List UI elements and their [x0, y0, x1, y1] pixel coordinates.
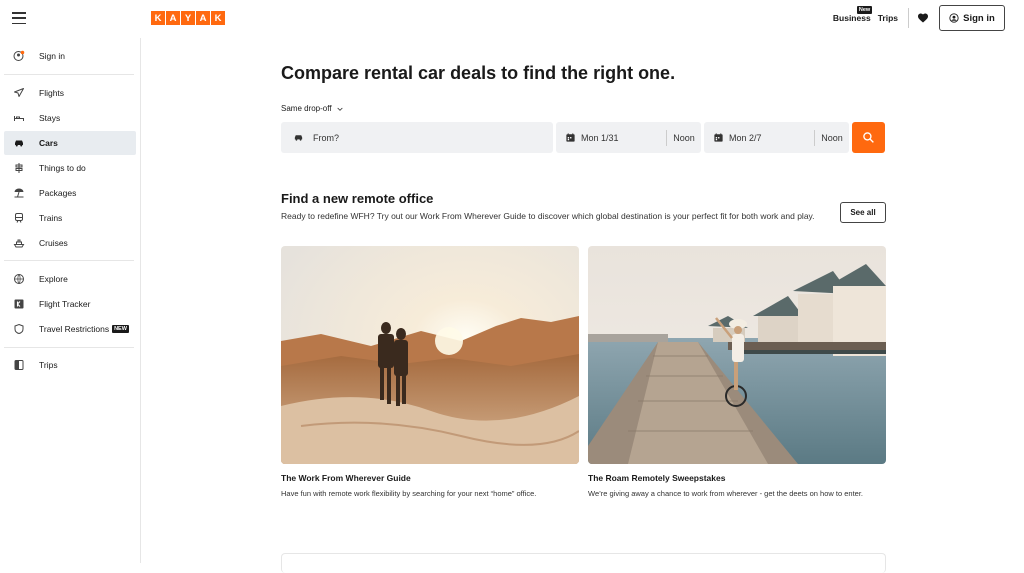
bed-icon	[13, 112, 25, 124]
kayak-logo[interactable]: K A Y A K	[151, 11, 225, 25]
new-badge: NEW	[112, 325, 129, 333]
sidebar-item-label: Trips	[39, 360, 58, 370]
sidebar-item-trains[interactable]: Trains	[4, 206, 136, 230]
user-alert-icon	[13, 50, 25, 62]
ship-icon	[13, 237, 25, 249]
pickup-date-field[interactable]: Mon 1/31 Noon	[556, 122, 701, 153]
globe-icon	[13, 273, 25, 285]
sidebar-item-label: Travel Restrictions	[39, 324, 110, 334]
heart-icon[interactable]	[917, 12, 929, 24]
car-icon	[13, 137, 25, 149]
logo-letter: Y	[181, 11, 195, 25]
chevron-down-icon	[336, 107, 343, 111]
sidebar: Sign in Flights Stays Cars Things to do …	[0, 38, 141, 563]
return-date: Mon 2/7	[729, 132, 762, 143]
signpost-icon	[13, 162, 25, 174]
from-placeholder: From?	[313, 132, 340, 143]
pickup-time[interactable]: Noon	[667, 133, 701, 143]
section-description: Ready to redefine WFH? Try out our Work …	[281, 211, 815, 221]
kayak-k-icon	[13, 298, 25, 310]
shield-icon	[13, 323, 25, 335]
trips-link[interactable]: Trips	[878, 13, 898, 23]
logo-letter: A	[196, 11, 210, 25]
beach-umbrella-icon	[13, 187, 25, 199]
logo-letter: K	[211, 11, 225, 25]
section-title: Find a new remote office	[281, 191, 434, 206]
top-bar: K A Y A K New Business Trips Sign in	[0, 0, 1024, 38]
sidebar-item-label: Cruises	[39, 238, 68, 248]
sidebar-item-trips[interactable]: Trips	[4, 353, 136, 377]
sidebar-item-travel-restrictions[interactable]: Travel Restrictions NEW	[4, 317, 136, 341]
logo-letter: K	[151, 11, 165, 25]
search-button[interactable]	[852, 122, 885, 153]
sidebar-item-label: Stays	[39, 113, 61, 123]
return-time[interactable]: Noon	[815, 133, 849, 143]
sidebar-divider	[4, 260, 134, 261]
sidebar-item-label: Flights	[39, 88, 65, 98]
header-divider	[908, 8, 909, 28]
plane-icon	[13, 87, 25, 99]
card-image-hikers[interactable]	[281, 246, 579, 464]
sidebar-item-label: Trains	[39, 213, 63, 223]
sign-in-label: Sign in	[963, 12, 995, 24]
sidebar-item-label: Flight Tracker	[39, 299, 91, 309]
page-title: Compare rental car deals to find the rig…	[281, 63, 676, 83]
sidebar-item-label: Things to do	[39, 163, 86, 173]
sidebar-item-cars[interactable]: Cars	[4, 131, 136, 155]
sidebar-item-cruises[interactable]: Cruises	[4, 231, 136, 255]
logo-letter: A	[166, 11, 180, 25]
card-title[interactable]: The Work From Wherever Guide	[281, 473, 411, 483]
next-section-card	[281, 553, 886, 573]
return-date-field[interactable]: Mon 2/7 Noon	[704, 122, 849, 153]
business-link[interactable]: New Business	[832, 6, 873, 23]
user-icon	[949, 13, 959, 23]
card-title[interactable]: The Roam Remotely Sweepstakes	[588, 473, 725, 483]
new-badge: New	[856, 6, 873, 14]
sidebar-item-label: Explore	[39, 274, 68, 284]
pickup-date: Mon 1/31	[581, 132, 619, 143]
dropoff-label: Same drop-off	[281, 104, 332, 113]
card-image-pier[interactable]	[588, 246, 886, 464]
sidebar-item-label: Packages	[39, 188, 77, 198]
calendar-icon	[566, 133, 575, 142]
card-description: We’re giving away a chance to work from …	[588, 489, 864, 498]
sidebar-divider	[4, 347, 134, 348]
sign-in-button[interactable]: Sign in	[939, 5, 1005, 31]
sidebar-item-flights[interactable]: Flights	[4, 81, 136, 105]
sidebar-item-stays[interactable]: Stays	[4, 106, 136, 130]
dropoff-select[interactable]: Same drop-off	[281, 104, 344, 113]
sidebar-item-packages[interactable]: Packages	[4, 181, 136, 205]
menu-icon[interactable]	[12, 12, 26, 24]
sidebar-item-things-to-do[interactable]: Things to do	[4, 156, 136, 180]
card-description: Have fun with remote work flexibility by…	[281, 489, 537, 498]
sidebar-item-explore[interactable]: Explore	[4, 267, 136, 291]
car-icon	[294, 135, 303, 141]
calendar-icon	[714, 133, 723, 142]
sidebar-item-flight-tracker[interactable]: Flight Tracker	[4, 292, 136, 316]
sidebar-item-sign-in[interactable]: Sign in	[4, 44, 136, 68]
train-icon	[13, 212, 25, 224]
business-label: Business	[832, 13, 871, 23]
search-icon	[863, 132, 874, 143]
from-input[interactable]: From?	[281, 122, 553, 153]
sidebar-item-label: Sign in	[39, 51, 65, 61]
trips-icon	[13, 359, 25, 371]
sidebar-divider	[4, 74, 134, 75]
see-all-button[interactable]: See all	[840, 202, 886, 223]
sidebar-item-label: Cars	[39, 138, 58, 148]
